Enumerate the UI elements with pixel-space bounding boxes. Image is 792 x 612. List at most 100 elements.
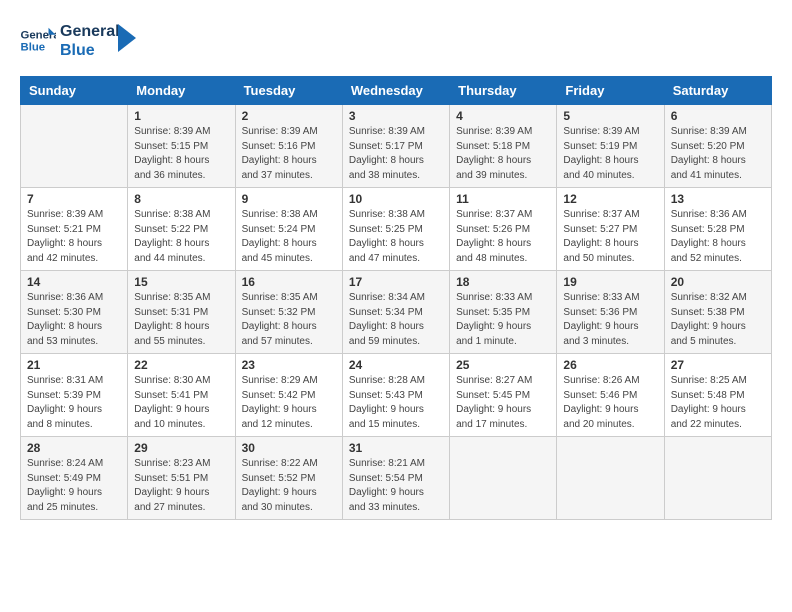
day-info: Sunrise: 8:24 AMSunset: 5:49 PMDaylight:… <box>27 457 121 515</box>
day-number: 7 <box>27 192 121 206</box>
day-number: 9 <box>242 192 336 206</box>
day-number: 2 <box>242 109 336 123</box>
page-container: General Blue General Blue SundayMondayTu… <box>0 0 792 530</box>
calendar-cell: 27Sunrise: 8:25 AMSunset: 5:48 PMDayligh… <box>664 354 771 437</box>
calendar-week-row: 7 Sunrise: 8:39 AMSunset: 5:21 PMDaylight… <box>21 188 772 271</box>
day-number: 6 <box>671 109 765 123</box>
column-header-wednesday: Wednesday <box>342 77 449 105</box>
day-info: Sunrise: 8:38 AMSunset: 5:22 PMDaylight:… <box>134 208 228 266</box>
day-info: Sunrise: 8:39 AMSunset: 5:18 PMDaylight:… <box>456 125 550 183</box>
column-header-monday: Monday <box>128 77 235 105</box>
logo: General Blue General Blue <box>20 20 136 60</box>
day-number: 5 <box>563 109 657 123</box>
calendar-cell: 16 Sunrise: 8:35 AMSunset: 5:32 PMDayligh… <box>235 271 342 354</box>
calendar-cell <box>664 437 771 520</box>
day-number: 1 <box>134 109 228 123</box>
calendar-cell: 17 Sunrise: 8:34 AMSunset: 5:34 PMDayligh… <box>342 271 449 354</box>
calendar-cell: 20 Sunrise: 8:32 AMSunset: 5:38 PMDayligh… <box>664 271 771 354</box>
calendar-cell: 12 Sunrise: 8:37 AMSunset: 5:27 PMDayligh… <box>557 188 664 271</box>
day-number: 12 <box>563 192 657 206</box>
day-info: Sunrise: 8:39 AMSunset: 5:19 PMDaylight:… <box>563 125 657 183</box>
day-info: Sunrise: 8:31 AMSunset: 5:39 PMDaylight:… <box>27 374 121 432</box>
calendar-cell: 7 Sunrise: 8:39 AMSunset: 5:21 PMDaylight… <box>21 188 128 271</box>
column-header-thursday: Thursday <box>450 77 557 105</box>
calendar-cell <box>21 105 128 188</box>
day-number: 19 <box>563 275 657 289</box>
calendar-cell: 28 Sunrise: 8:24 AMSunset: 5:49 PMDayligh… <box>21 437 128 520</box>
column-header-saturday: Saturday <box>664 77 771 105</box>
day-info: Sunrise: 8:26 AMSunset: 5:46 PMDaylight:… <box>563 374 657 432</box>
day-number: 8 <box>134 192 228 206</box>
day-info: Sunrise: 8:38 AMSunset: 5:25 PMDaylight:… <box>349 208 443 266</box>
day-number: 22 <box>134 358 228 372</box>
day-info: Sunrise: 8:39 AMSunset: 5:17 PMDaylight:… <box>349 125 443 183</box>
logo-icon: General Blue <box>20 26 56 54</box>
calendar-cell: 9 Sunrise: 8:38 AMSunset: 5:24 PMDaylight… <box>235 188 342 271</box>
calendar-cell <box>557 437 664 520</box>
calendar-week-row: 1Sunrise: 8:39 AMSunset: 5:15 PMDaylight… <box>21 105 772 188</box>
day-number: 30 <box>242 441 336 455</box>
calendar-header-row: SundayMondayTuesdayWednesdayThursdayFrid… <box>21 77 772 105</box>
day-info: Sunrise: 8:22 AMSunset: 5:52 PMDaylight:… <box>242 457 336 515</box>
day-number: 24 <box>349 358 443 372</box>
calendar-cell: 10 Sunrise: 8:38 AMSunset: 5:25 PMDayligh… <box>342 188 449 271</box>
day-info: Sunrise: 8:36 AMSunset: 5:30 PMDaylight:… <box>27 291 121 349</box>
column-header-friday: Friday <box>557 77 664 105</box>
day-info: Sunrise: 8:33 AMSunset: 5:35 PMDaylight:… <box>456 291 550 349</box>
day-number: 20 <box>671 275 765 289</box>
calendar-cell: 26 Sunrise: 8:26 AMSunset: 5:46 PMDayligh… <box>557 354 664 437</box>
day-number: 16 <box>242 275 336 289</box>
day-info: Sunrise: 8:28 AMSunset: 5:43 PMDaylight:… <box>349 374 443 432</box>
day-info: Sunrise: 8:25 AMSunset: 5:48 PMDaylight:… <box>671 374 765 432</box>
calendar-cell: 4Sunrise: 8:39 AMSunset: 5:18 PMDaylight… <box>450 105 557 188</box>
calendar-cell: 2 Sunrise: 8:39 AMSunset: 5:16 PMDaylight… <box>235 105 342 188</box>
calendar-cell: 24 Sunrise: 8:28 AMSunset: 5:43 PMDayligh… <box>342 354 449 437</box>
day-info: Sunrise: 8:39 AMSunset: 5:16 PMDaylight:… <box>242 125 336 183</box>
calendar-cell: 8 Sunrise: 8:38 AMSunset: 5:22 PMDaylight… <box>128 188 235 271</box>
calendar-cell: 31Sunrise: 8:21 AMSunset: 5:54 PMDayligh… <box>342 437 449 520</box>
day-info: Sunrise: 8:32 AMSunset: 5:38 PMDaylight:… <box>671 291 765 349</box>
day-info: Sunrise: 8:21 AMSunset: 5:54 PMDaylight:… <box>349 457 443 515</box>
day-info: Sunrise: 8:39 AMSunset: 5:21 PMDaylight:… <box>27 208 121 266</box>
column-header-tuesday: Tuesday <box>235 77 342 105</box>
day-number: 14 <box>27 275 121 289</box>
calendar-week-row: 21 Sunrise: 8:31 AMSunset: 5:39 PMDayligh… <box>21 354 772 437</box>
logo-chevron-icon <box>118 24 136 52</box>
day-number: 21 <box>27 358 121 372</box>
calendar-cell: 29Sunrise: 8:23 AMSunset: 5:51 PMDayligh… <box>128 437 235 520</box>
day-info: Sunrise: 8:38 AMSunset: 5:24 PMDaylight:… <box>242 208 336 266</box>
calendar-cell: 1Sunrise: 8:39 AMSunset: 5:15 PMDaylight… <box>128 105 235 188</box>
day-info: Sunrise: 8:34 AMSunset: 5:34 PMDaylight:… <box>349 291 443 349</box>
day-number: 15 <box>134 275 228 289</box>
day-number: 26 <box>563 358 657 372</box>
day-info: Sunrise: 8:37 AMSunset: 5:26 PMDaylight:… <box>456 208 550 266</box>
calendar-cell: 3 Sunrise: 8:39 AMSunset: 5:17 PMDaylight… <box>342 105 449 188</box>
calendar-cell: 23Sunrise: 8:29 AMSunset: 5:42 PMDayligh… <box>235 354 342 437</box>
calendar-cell: 15Sunrise: 8:35 AMSunset: 5:31 PMDayligh… <box>128 271 235 354</box>
day-number: 25 <box>456 358 550 372</box>
day-info: Sunrise: 8:27 AMSunset: 5:45 PMDaylight:… <box>456 374 550 432</box>
calendar-table: SundayMondayTuesdayWednesdayThursdayFrid… <box>20 76 772 520</box>
header: General Blue General Blue <box>20 20 772 60</box>
day-info: Sunrise: 8:30 AMSunset: 5:41 PMDaylight:… <box>134 374 228 432</box>
day-number: 10 <box>349 192 443 206</box>
calendar-cell: 14 Sunrise: 8:36 AMSunset: 5:30 PMDayligh… <box>21 271 128 354</box>
calendar-cell <box>450 437 557 520</box>
day-number: 3 <box>349 109 443 123</box>
logo-text: General <box>60 22 120 41</box>
day-number: 17 <box>349 275 443 289</box>
day-info: Sunrise: 8:39 AMSunset: 5:20 PMDaylight:… <box>671 125 765 183</box>
calendar-week-row: 14 Sunrise: 8:36 AMSunset: 5:30 PMDayligh… <box>21 271 772 354</box>
day-info: Sunrise: 8:37 AMSunset: 5:27 PMDaylight:… <box>563 208 657 266</box>
calendar-cell: 13Sunrise: 8:36 AMSunset: 5:28 PMDayligh… <box>664 188 771 271</box>
day-info: Sunrise: 8:35 AMSunset: 5:32 PMDaylight:… <box>242 291 336 349</box>
column-header-sunday: Sunday <box>21 77 128 105</box>
day-number: 11 <box>456 192 550 206</box>
calendar-week-row: 28 Sunrise: 8:24 AMSunset: 5:49 PMDayligh… <box>21 437 772 520</box>
day-info: Sunrise: 8:36 AMSunset: 5:28 PMDaylight:… <box>671 208 765 266</box>
svg-text:Blue: Blue <box>21 42 46 54</box>
calendar-cell: 25 Sunrise: 8:27 AMSunset: 5:45 PMDayligh… <box>450 354 557 437</box>
logo-blue: Blue <box>60 41 120 60</box>
day-info: Sunrise: 8:33 AMSunset: 5:36 PMDaylight:… <box>563 291 657 349</box>
day-number: 28 <box>27 441 121 455</box>
